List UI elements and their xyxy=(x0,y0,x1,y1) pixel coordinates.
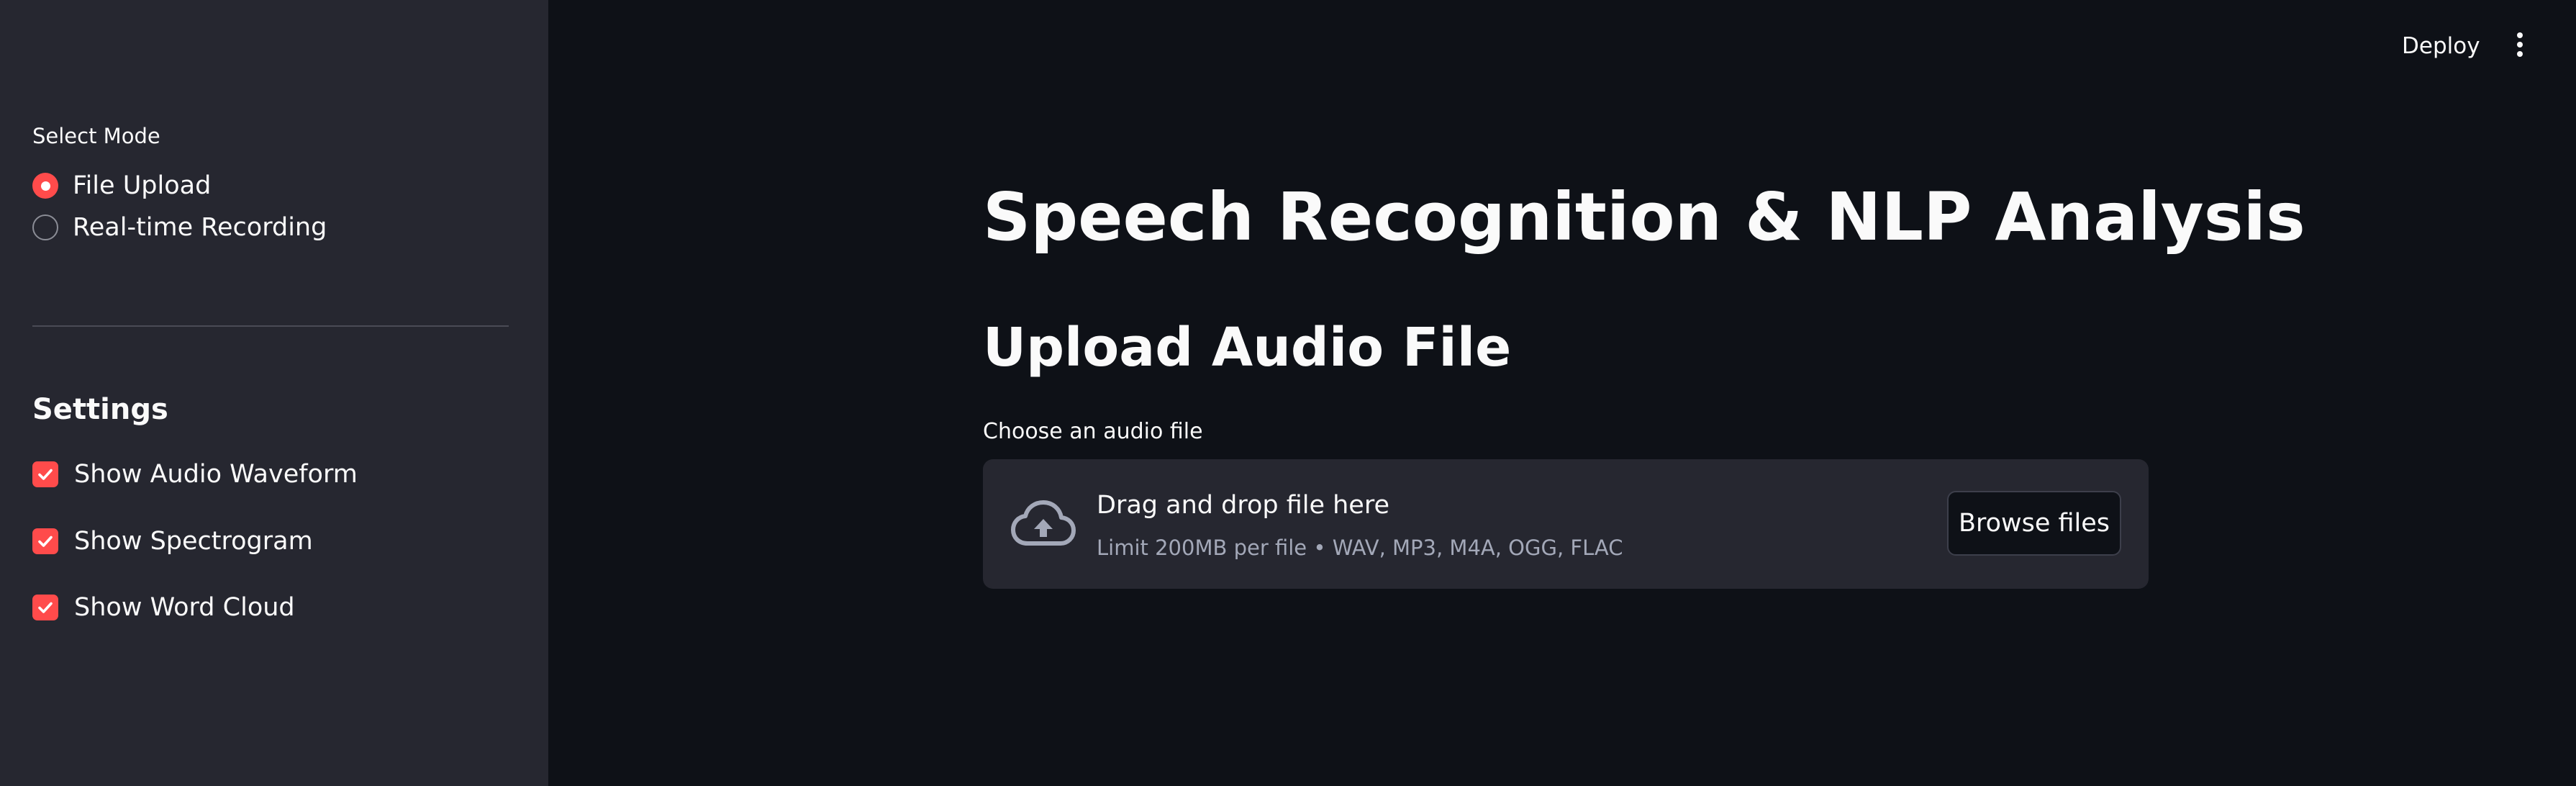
radio-label: File Upload xyxy=(73,171,212,200)
radio-option-real-time-recording[interactable]: Real-time Recording xyxy=(32,209,327,245)
section-subheader: Upload Audio File xyxy=(983,317,1512,379)
page-title: Speech Recognition & NLP Analysis xyxy=(983,179,2305,256)
file-dropzone[interactable]: Drag and drop file here Limit 200MB per … xyxy=(983,459,2149,589)
checkbox-label: Show Audio Waveform xyxy=(74,460,358,489)
checkmark-icon xyxy=(32,528,58,554)
sidebar-divider xyxy=(32,325,509,327)
app-root: Select Mode File Upload Real-time Record… xyxy=(0,0,2576,786)
radio-selected-icon xyxy=(32,173,58,199)
checkbox-label: Show Word Cloud xyxy=(74,593,295,622)
checkbox-show-audio-waveform[interactable]: Show Audio Waveform xyxy=(32,456,358,492)
checkbox-label: Show Spectrogram xyxy=(74,527,313,556)
radio-option-file-upload[interactable]: File Upload xyxy=(32,168,211,204)
checkmark-icon xyxy=(32,595,58,620)
vertical-ellipsis-icon xyxy=(2516,32,2523,60)
browse-files-button[interactable]: Browse files xyxy=(1947,491,2121,556)
checkbox-show-word-cloud[interactable]: Show Word Cloud xyxy=(32,590,295,625)
radio-unselected-icon xyxy=(32,214,58,240)
checkbox-show-spectrogram[interactable]: Show Spectrogram xyxy=(32,523,313,559)
deploy-button[interactable]: Deploy xyxy=(2389,26,2493,66)
cloud-upload-icon xyxy=(1010,499,1076,549)
file-uploader-label: Choose an audio file xyxy=(983,419,1203,444)
checkmark-icon xyxy=(32,461,58,487)
main-menu-button[interactable] xyxy=(2504,26,2536,66)
select-mode-label: Select Mode xyxy=(32,124,160,148)
radio-label: Real-time Recording xyxy=(73,213,327,242)
settings-heading: Settings xyxy=(32,393,168,426)
dropzone-file-limit: Limit 200MB per file • WAV, MP3, M4A, OG… xyxy=(1097,536,1623,560)
sidebar: Select Mode File Upload Real-time Record… xyxy=(0,0,548,786)
dropzone-instructions: Drag and drop file here xyxy=(1097,491,1389,520)
